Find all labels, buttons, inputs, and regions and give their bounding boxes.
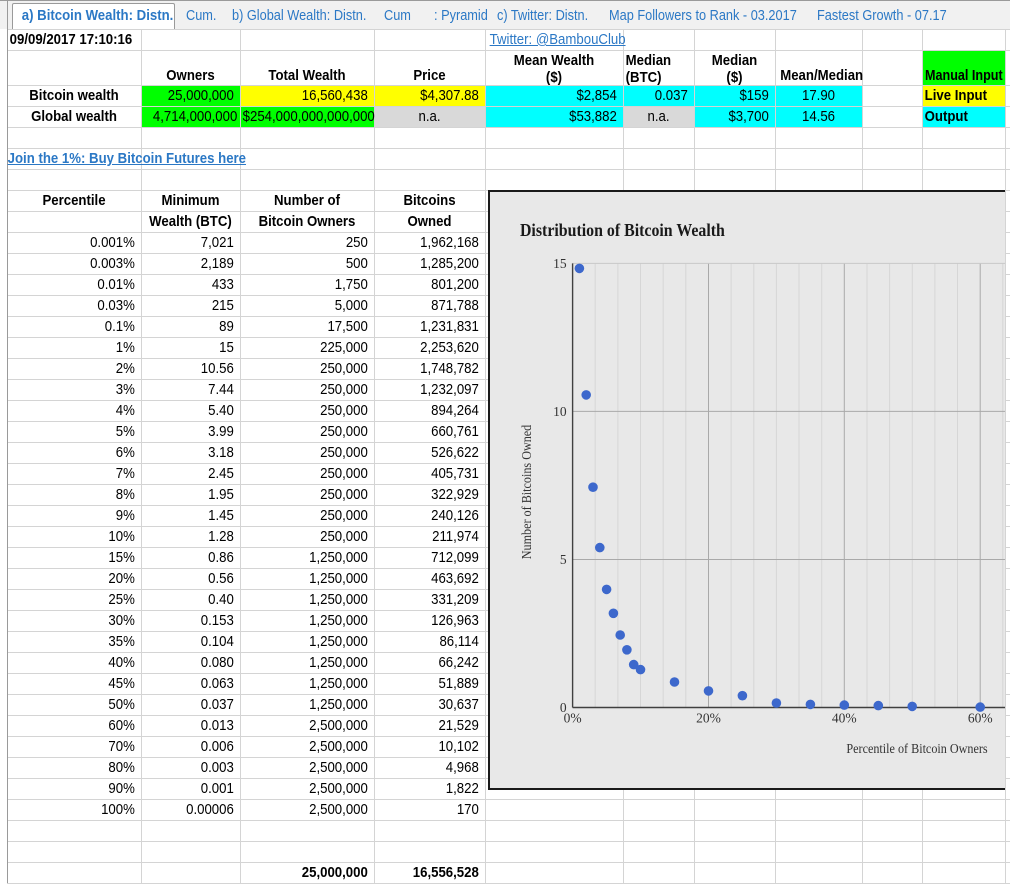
svg-text:5: 5 bbox=[560, 552, 567, 567]
svg-text:60%: 60% bbox=[968, 711, 993, 726]
svg-text:15: 15 bbox=[553, 256, 567, 271]
svg-text:Number of Bitcoins Owned: Number of Bitcoins Owned bbox=[519, 424, 534, 559]
svg-text:20%: 20% bbox=[696, 711, 721, 726]
svg-text:0%: 0% bbox=[564, 711, 582, 726]
svg-text:Percentile of Bitcoin Owners: Percentile of Bitcoin Owners bbox=[846, 741, 987, 756]
svg-text:Distribution of Bitcoin Wealth: Distribution of Bitcoin Wealth bbox=[520, 220, 725, 240]
svg-text:40%: 40% bbox=[832, 711, 857, 726]
svg-text:10: 10 bbox=[553, 404, 567, 419]
